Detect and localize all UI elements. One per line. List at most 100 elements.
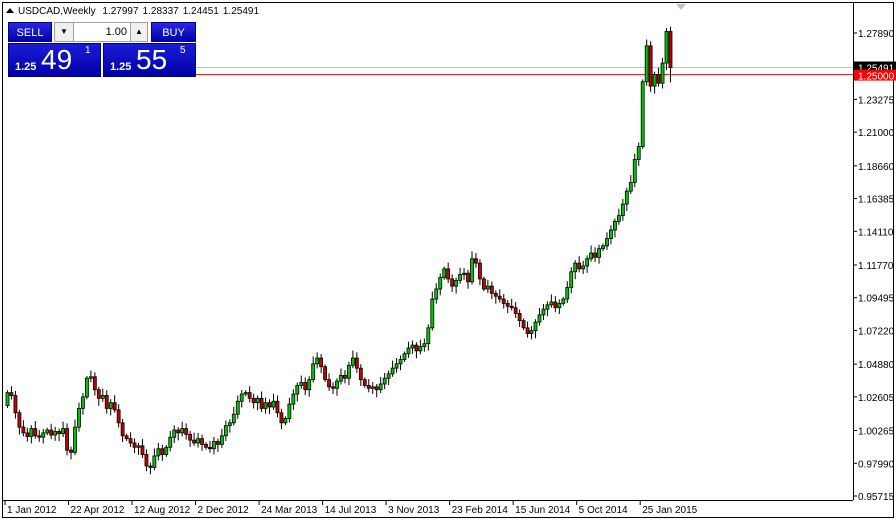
candle-body	[267, 402, 272, 408]
candle-body	[462, 272, 466, 276]
sell-price-fraction: 1	[85, 45, 91, 56]
candle-body	[311, 363, 316, 381]
candle-body	[458, 274, 462, 281]
buy-price-button[interactable]: 1.25 55 5	[103, 43, 196, 77]
candle-body	[541, 308, 546, 316]
ohlc-open: 1.27997	[102, 6, 139, 17]
candle-body	[61, 428, 65, 435]
candle-body	[478, 262, 482, 280]
candle-body	[279, 412, 284, 424]
lot-decrease-button[interactable]: ▼	[54, 22, 74, 42]
candle-body	[418, 346, 423, 352]
candle-body	[120, 422, 125, 437]
candle-body	[291, 393, 296, 405]
buy-price-prefix: 1.25	[110, 61, 132, 73]
candle-body	[466, 272, 470, 283]
candle-body	[569, 271, 574, 288]
candle-body	[640, 81, 645, 147]
candle-body	[350, 357, 355, 366]
candle-body	[227, 422, 232, 427]
lot-increase-button[interactable]: ▲	[130, 22, 148, 42]
candle-body	[442, 268, 447, 278]
level-price-label: 1.25000	[858, 72, 895, 83]
candle-body	[561, 298, 566, 304]
candle-body	[668, 31, 673, 68]
candle-body	[644, 45, 649, 83]
candle-body	[239, 393, 244, 402]
chart-shift-triangle-icon	[676, 4, 686, 10]
candle-body	[513, 307, 518, 314]
candle-body	[402, 353, 407, 360]
candle-body	[9, 392, 14, 396]
candle-body	[497, 295, 502, 300]
candle-body	[100, 395, 105, 399]
y-tick-label: 0.95715	[858, 492, 895, 503]
candle-body	[128, 438, 133, 444]
candle-body	[176, 429, 181, 434]
candle-body	[271, 400, 276, 408]
candle-body	[378, 383, 383, 391]
candle-body	[366, 385, 371, 389]
candle-body	[21, 426, 26, 434]
candle-body	[180, 428, 185, 434]
candle-body	[597, 248, 601, 258]
sell-button[interactable]: SELL	[8, 22, 52, 42]
y-tick-label: 1.27890	[858, 29, 895, 40]
collapse-triangle-icon[interactable]	[6, 8, 14, 13]
candle-body	[69, 449, 73, 453]
ohlc-close: 1.25491	[222, 6, 260, 17]
candle-body	[208, 446, 212, 450]
sell-price-prefix: 1.25	[15, 61, 37, 73]
x-tick-label: 23 Feb 2014	[452, 505, 509, 516]
candle-body	[585, 258, 590, 267]
candle-body	[474, 258, 478, 264]
lot-size-input[interactable]: 1.00	[74, 22, 130, 42]
candle-body	[470, 258, 474, 283]
candle-body	[648, 45, 653, 87]
candle-body	[96, 389, 101, 399]
candle-body	[25, 432, 30, 437]
candle-body	[172, 429, 177, 438]
candle-body	[505, 302, 510, 307]
candle-body	[605, 238, 609, 247]
candle-body	[255, 397, 260, 404]
candle-body	[235, 400, 240, 415]
x-tick-label: 2 Dec 2012	[198, 505, 250, 516]
x-tick-label: 5 Oct 2014	[579, 505, 628, 516]
candle-body	[632, 159, 637, 183]
candle-body	[386, 373, 391, 379]
candle-body	[438, 277, 443, 290]
candle-body	[589, 252, 593, 260]
candle-body	[485, 285, 490, 290]
candle-body	[303, 382, 308, 391]
candle-body	[577, 262, 582, 270]
candle-body	[434, 288, 439, 300]
candle-body	[616, 215, 621, 222]
candle-body	[307, 379, 312, 391]
sell-price-button[interactable]: 1.25 49 1	[8, 43, 101, 77]
candle-body	[628, 182, 633, 192]
candle-body	[347, 364, 351, 379]
candle-body	[259, 397, 264, 409]
candle-body	[136, 445, 141, 448]
candle-body	[529, 330, 534, 335]
price-chart[interactable]: 1.27890 1.23275 1.21000 1.18660 1.16385 1.141…	[0, 0, 896, 520]
candle-body	[493, 292, 498, 297]
candle-body	[331, 386, 335, 389]
candle-body	[17, 412, 22, 428]
candle-body	[144, 454, 149, 467]
candle-body	[77, 408, 81, 428]
y-tick-label: 1.18660	[858, 162, 895, 173]
candle-body	[656, 74, 661, 84]
candle-body	[430, 298, 435, 329]
candle-body	[223, 425, 228, 437]
candle-body	[287, 403, 292, 419]
buy-button[interactable]: BUY	[151, 22, 196, 42]
candle-body	[88, 376, 93, 379]
candle-body	[343, 374, 347, 379]
candle-body	[81, 396, 85, 409]
candle-body	[148, 465, 153, 468]
candle-body	[362, 379, 367, 386]
candle-body	[660, 62, 665, 84]
candle-body	[57, 431, 62, 435]
